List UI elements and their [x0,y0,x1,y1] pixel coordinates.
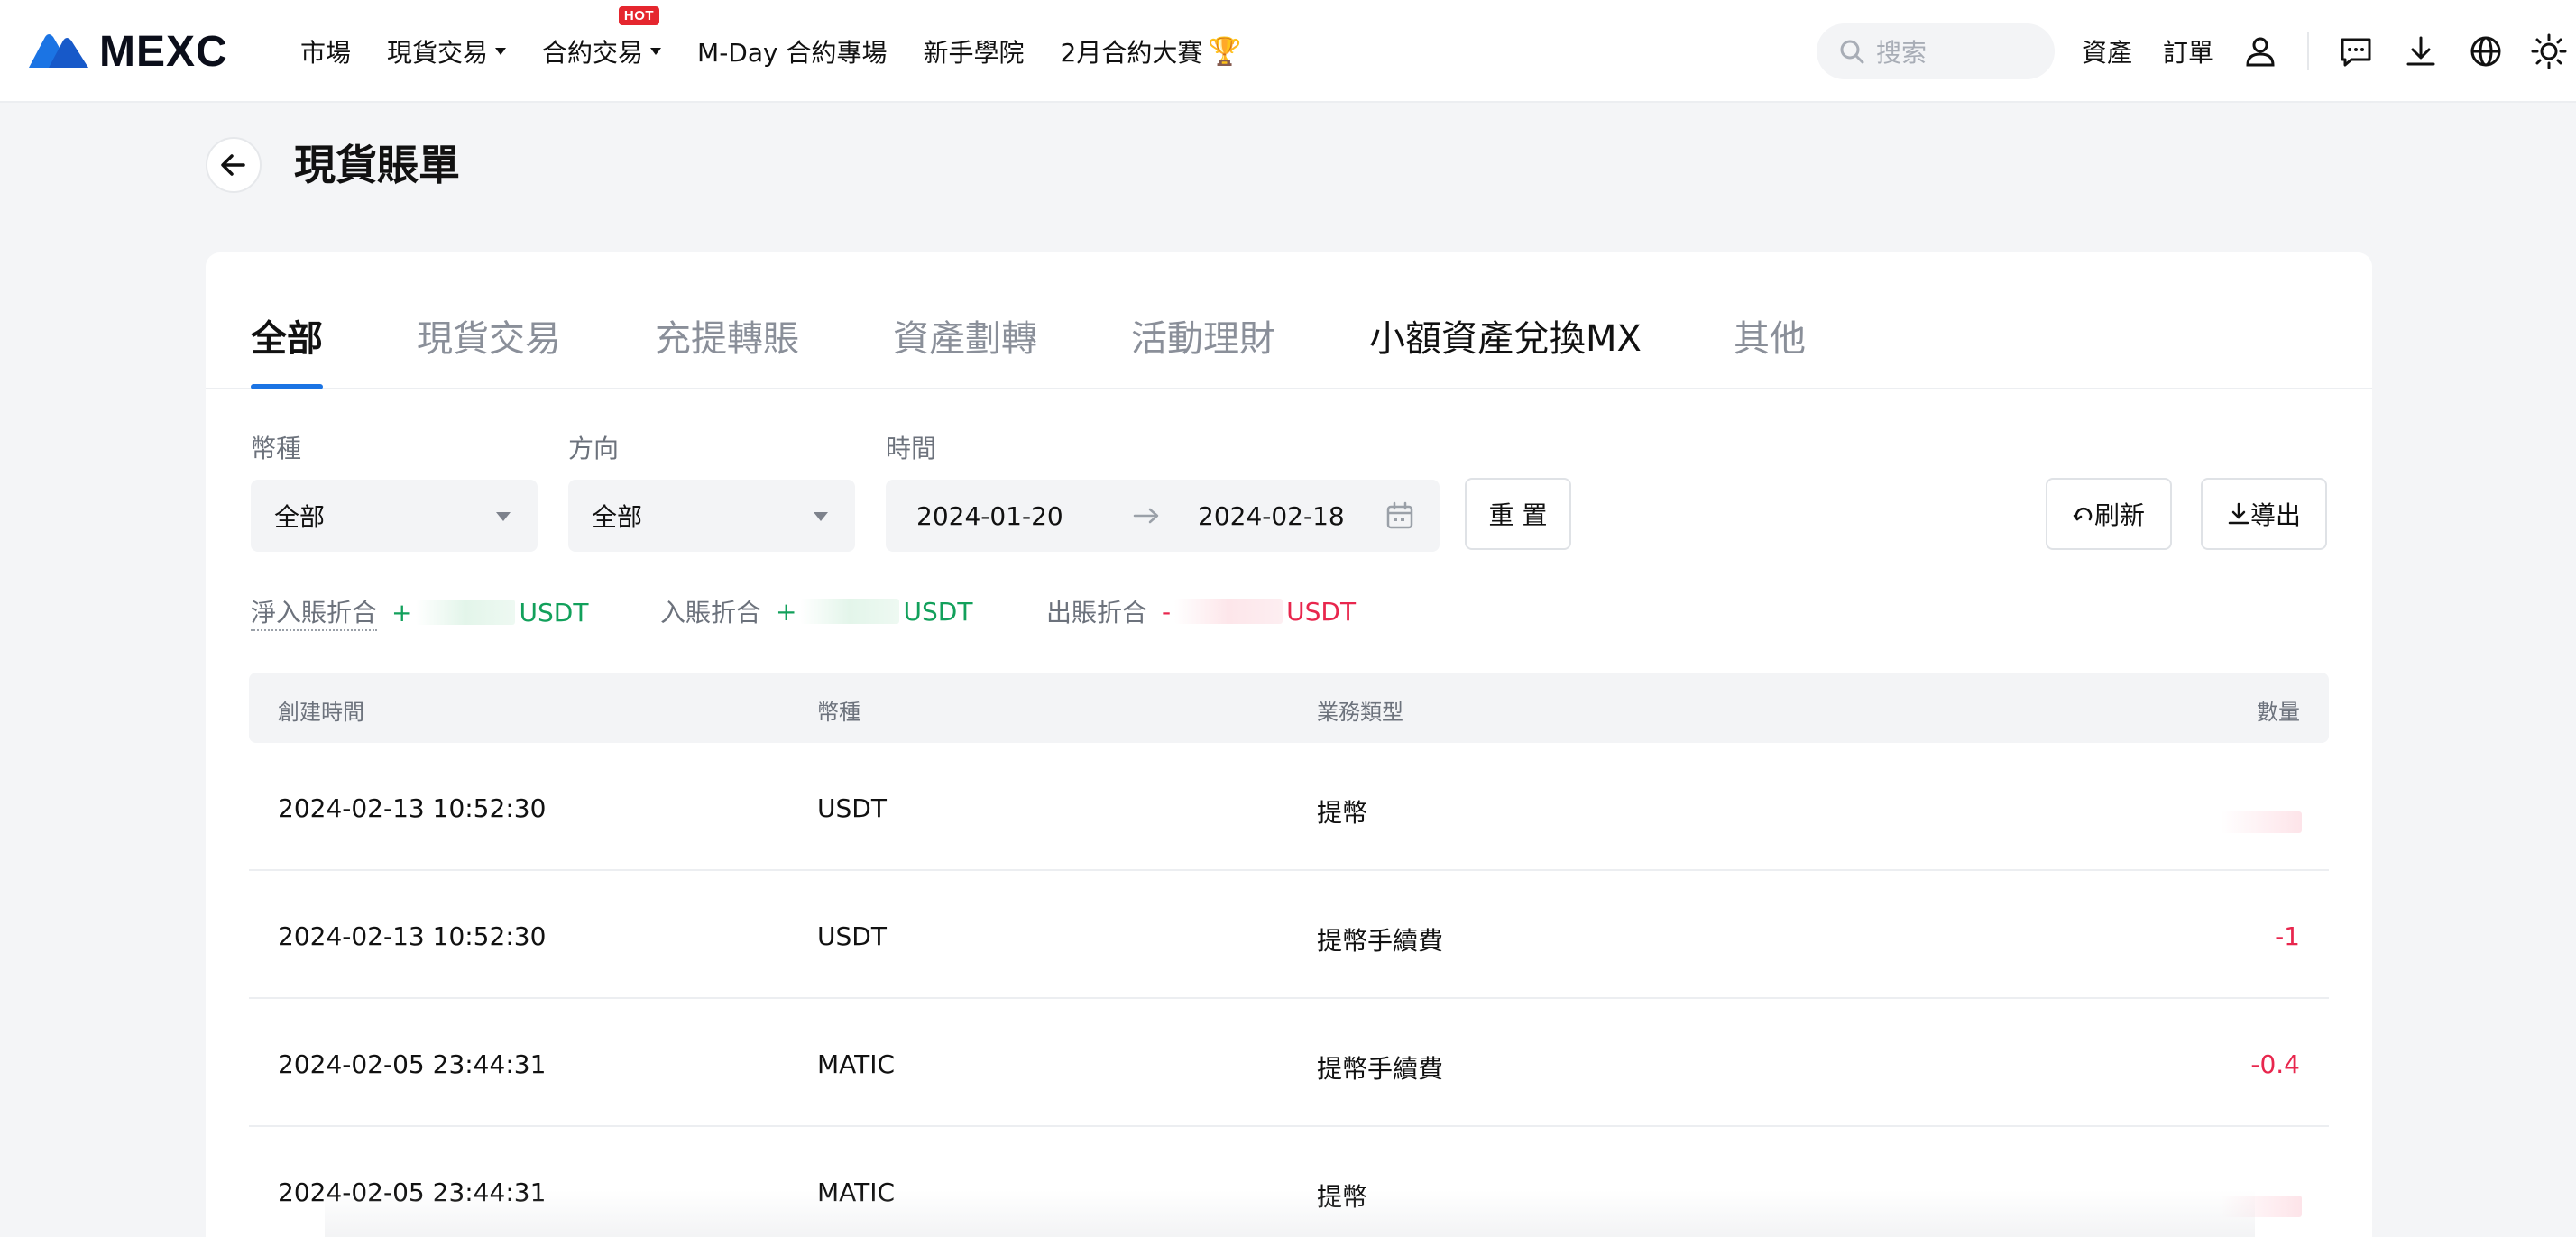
column-header-amount: 數量 [2257,700,2300,725]
download-icon[interactable] [2401,32,2441,71]
refresh-button[interactable]: 刷新 [2046,478,2172,550]
masked-value [416,600,516,625]
nav-item-contest[interactable]: 2月合約大賽 🏆 [1061,33,1242,69]
search-placeholder: 搜索 [1876,38,1927,68]
tab-deposit-withdraw[interactable]: 充提轉賬 [655,314,799,364]
trophy-icon: 🏆 [1208,35,1242,68]
main-menu: 市場 現貨交易 合約交易 HOT M-Day 合約專場 新手學院 2月合約大賽 … [300,0,1278,103]
masked-value [1174,599,1283,624]
outgoing-summary: 出賬折合 - USDT [1046,593,1356,629]
tab-activity-finance[interactable]: 活動理財 [1131,314,1275,364]
arrow-left-icon [221,154,245,176]
top-navigation: MEXC 市場 現貨交易 合約交易 HOT M-Day 合約專場 新手學院 2月… [0,0,2576,103]
amount-value: -1 [2275,921,2300,951]
date-start-input[interactable]: 2024-01-20 [916,501,1063,531]
page-title: 現貨賬單 [294,141,460,189]
tab-spot-trading[interactable]: 現貨交易 [417,314,561,364]
chat-icon[interactable] [2336,32,2376,71]
table-row: 2024-02-13 10:52:30 USDT 提幣 [249,743,2329,871]
category-tabs: 全部 現貨交易 充提轉賬 資產劃轉 活動理財 小額資產兌換MX 其他 [206,252,2372,389]
date-range-picker[interactable]: 2024-01-20 2024-02-18 [886,480,1440,552]
currency-filter-label: 幣種 [251,434,302,463]
active-tab-indicator [251,384,323,389]
nav-item-mday[interactable]: M-Day 合約專場 [697,33,887,69]
net-income-summary: 淨入賬折合 + USDT [251,593,588,631]
statement-card: 全部 現貨交易 充提轉賬 資產劃轉 活動理財 小額資產兌換MX 其他 幣種 全部… [206,252,2372,1237]
direction-select[interactable]: 全部 [568,480,855,552]
caret-down-icon [814,512,828,521]
logo-text: MEXC [99,27,228,76]
direction-filter-label: 方向 [568,434,620,463]
nav-item-futures[interactable]: 合約交易 HOT [542,6,662,69]
statement-table: 創建時間 幣種 業務類型 數量 2024-02-13 10:52:30 USDT… [249,673,2329,1237]
time-filter-label: 時間 [886,434,937,463]
refresh-icon [2073,507,2093,521]
caret-down-icon [496,512,511,521]
currency-select[interactable]: 全部 [251,480,538,552]
amount-value: -0.4 [2250,1049,2300,1079]
income-summary: 入賬折合 + USDT [660,593,972,629]
nav-item-spot[interactable]: 現貨交易 [387,33,507,69]
reset-button[interactable]: 重 置 [1465,478,1571,550]
column-header-type: 業務類型 [1317,700,1403,725]
column-header-coin: 幣種 [817,700,860,725]
outgoing-label: 出賬折合 [1046,598,1148,628]
chevron-down-icon [650,48,662,55]
theme-toggle-icon[interactable] [2529,32,2569,71]
tab-all[interactable]: 全部 [251,314,323,364]
search-input[interactable]: 搜索 [1817,23,2055,79]
download-icon [2228,502,2249,525]
hot-badge: HOT [618,6,660,25]
search-icon [1840,40,1864,64]
masked-value [800,599,900,624]
nav-item-academy[interactable]: 新手學院 [924,33,1025,69]
assets-link[interactable]: 資產 [2082,33,2132,69]
income-label: 入賬折合 [660,598,762,628]
back-button[interactable] [206,137,262,193]
nav-divider [2307,32,2309,70]
calendar-icon[interactable] [1385,501,1414,530]
tab-other[interactable]: 其他 [1734,314,1806,364]
column-header-time: 創建時間 [278,700,364,725]
tab-small-asset-convert[interactable]: 小額資產兌換MX [1369,314,1642,364]
export-button[interactable]: 導出 [2201,478,2327,550]
account-links: 資產 訂單 [2082,0,2244,103]
orders-link[interactable]: 訂單 [2163,33,2213,69]
user-icon[interactable] [2240,32,2280,71]
masked-amount [2221,811,2302,833]
table-row: 2024-02-13 10:52:30 USDT 提幣手續費 -1 [249,871,2329,999]
chevron-down-icon [495,48,507,55]
globe-icon[interactable] [2466,32,2506,71]
net-income-label[interactable]: 淨入賬折合 [251,593,378,631]
scroll-fade [325,1190,2255,1237]
table-header: 創建時間 幣種 業務類型 數量 [249,673,2329,743]
tab-asset-transfer[interactable]: 資產劃轉 [893,314,1037,364]
nav-item-market[interactable]: 市場 [300,33,351,69]
table-row: 2024-02-05 23:44:31 MATIC 提幣手續費 -0.4 [249,999,2329,1127]
arrow-right-icon [1133,508,1159,524]
mexc-logo[interactable]: MEXC [29,27,228,76]
mexc-logo-icon [29,34,88,68]
date-end-input[interactable]: 2024-02-18 [1198,501,1345,531]
